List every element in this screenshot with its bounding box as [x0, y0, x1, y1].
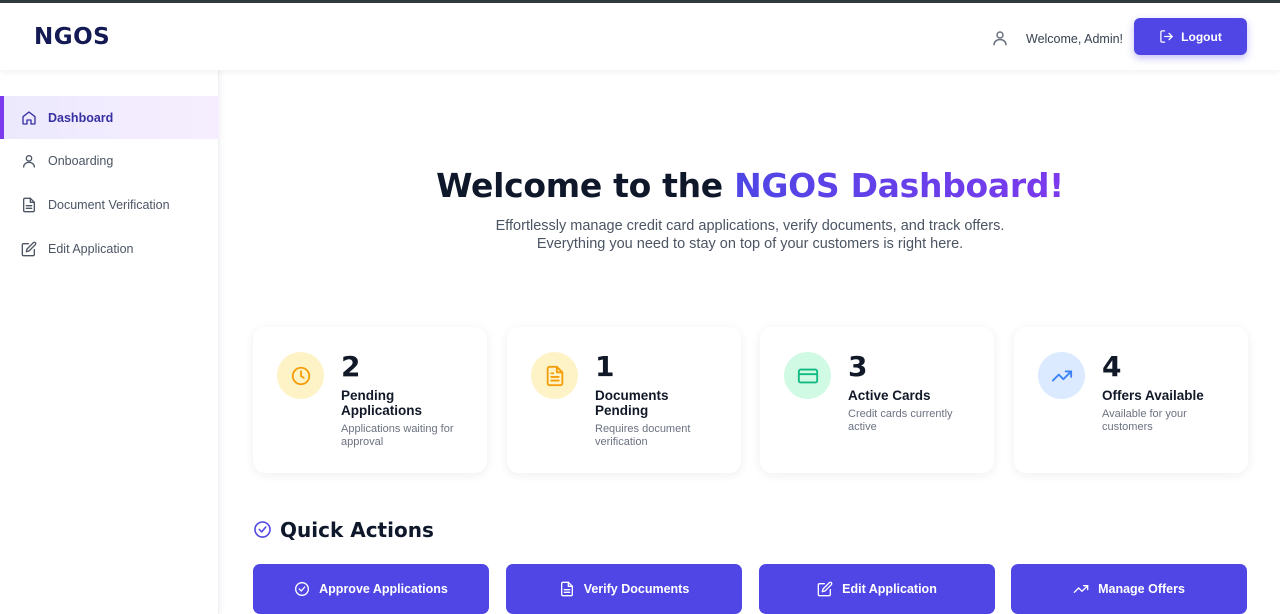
stat-label: Offers Available: [1102, 388, 1204, 403]
stat-icon-wrap: [277, 352, 324, 399]
sidebar-item-onboarding[interactable]: Onboarding: [0, 139, 219, 182]
user-icon: [23, 154, 35, 168]
file-icon: [546, 365, 563, 386]
approve-applications-button[interactable]: Approve Applications: [253, 564, 489, 614]
stat-label: Active Cards: [848, 388, 931, 403]
trending-up-icon: [1073, 585, 1089, 593]
verify-documents-button[interactable]: Verify Documents: [506, 564, 742, 614]
stat-value: 2: [341, 350, 361, 383]
sidebar-item-edit-application[interactable]: Edit Application: [0, 227, 219, 270]
main-content: Welcome to the NGOS Dashboard! Effortles…: [220, 70, 1280, 614]
hero-subtitle-line1: Effortlessly manage credit card applicat…: [495, 218, 1005, 234]
manage-offers-button[interactable]: Manage Offers: [1011, 564, 1247, 614]
title-accent: NGOS Dashboard!: [734, 166, 1064, 205]
button-label: Edit Application: [842, 582, 937, 596]
quick-actions-title: Quick Actions: [280, 518, 434, 542]
stat-label: Documents Pending: [595, 388, 669, 418]
stat-label: Pending Applications: [341, 388, 423, 418]
document-icon: [23, 197, 35, 212]
sidebar-item-label: Edit Application: [48, 241, 134, 256]
stat-icon-wrap: [531, 352, 578, 399]
sidebar-item-label: Onboarding: [48, 153, 114, 168]
home-icon: [22, 110, 36, 125]
trending-up-icon: [1051, 370, 1072, 381]
title-prefix: Welcome to the: [436, 166, 735, 205]
stat-value: 3: [848, 350, 868, 383]
stat-icon-wrap: [1038, 352, 1085, 399]
check-circle-icon: [295, 582, 310, 596]
top-bar: NGOS Welcome, Admin! Logout: [0, 0, 1280, 70]
button-label: Manage Offers: [1098, 582, 1185, 596]
stat-card-documents-pending: 1 Documents Pending Requires document ve…: [507, 327, 741, 473]
edit-application-button[interactable]: Edit Application: [759, 564, 995, 614]
check-circle-icon: [254, 521, 271, 538]
hero-subtitle-line2: Everything you need to stay on top of yo…: [536, 236, 964, 252]
file-icon: [560, 581, 573, 597]
sidebar: Dashboard Onboarding Document Verificati…: [0, 70, 219, 614]
stat-description: Available for your customers: [1102, 408, 1187, 433]
logout-icon: [1160, 30, 1173, 43]
stat-card-offers-available: 4 Offers Available Available for your cu…: [1014, 327, 1248, 473]
stat-description: Requires document verification: [595, 423, 691, 448]
credit-card-icon: [797, 368, 818, 383]
sidebar-item-document-verification[interactable]: Document Verification: [0, 183, 219, 226]
button-label: Approve Applications: [319, 582, 448, 596]
button-label: Verify Documents: [583, 582, 690, 596]
sidebar-item-label: Dashboard: [48, 110, 114, 125]
user-icon: [993, 31, 1007, 46]
logout-label: Logout: [1181, 29, 1222, 44]
stat-card-pending-applications: 2 Pending Applications Applications wait…: [253, 327, 487, 473]
stat-description: Credit cards currently active: [848, 408, 953, 433]
brand-logo[interactable]: NGOS: [34, 24, 110, 50]
stat-value: 4: [1102, 350, 1122, 383]
welcome-user-text: Welcome, Admin!: [1026, 32, 1124, 46]
clock-icon: [291, 366, 310, 385]
stat-card-active-cards: 3 Active Cards Credit cards currently ac…: [760, 327, 994, 473]
stat-description: Applications waiting for approval: [341, 423, 454, 448]
edit-icon: [817, 581, 833, 597]
sidebar-item-label: Document Verification: [48, 197, 170, 212]
stat-value: 1: [595, 350, 615, 383]
edit-icon: [21, 241, 37, 256]
stat-icon-wrap: [784, 352, 831, 399]
sidebar-item-dashboard[interactable]: Dashboard: [0, 96, 219, 139]
page-title: Welcome to the NGOS Dashboard!: [220, 166, 1280, 205]
logout-button[interactable]: Logout: [1134, 18, 1247, 55]
